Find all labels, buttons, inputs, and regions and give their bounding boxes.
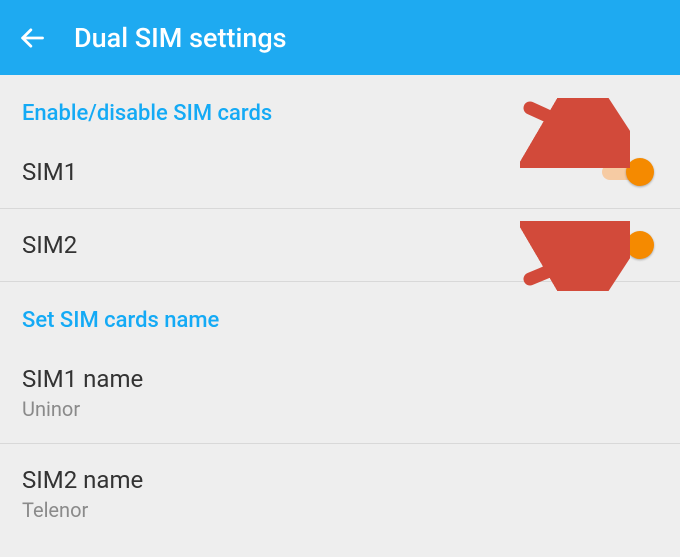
section-header-names: Set SIM cards name bbox=[0, 282, 680, 343]
switch-thumb bbox=[626, 158, 654, 186]
sim1-label: SIM1 bbox=[22, 158, 77, 186]
annotation-arrow-icon bbox=[520, 221, 630, 291]
sim1-name-label: SIM1 name bbox=[22, 365, 143, 393]
sim2-toggle[interactable] bbox=[602, 236, 650, 254]
sim2-name-label: SIM2 name bbox=[22, 466, 143, 494]
row-sim2-enable[interactable]: SIM2 bbox=[0, 209, 680, 282]
row-sim1-name[interactable]: SIM1 name Uninor bbox=[0, 343, 680, 444]
app-bar: Dual SIM settings bbox=[0, 0, 680, 75]
section-header-enable: Enable/disable SIM cards bbox=[0, 75, 680, 136]
back-icon[interactable] bbox=[18, 24, 46, 52]
sim1-toggle[interactable] bbox=[602, 163, 650, 181]
row-sim1-enable[interactable]: SIM1 bbox=[0, 136, 680, 209]
row-sim2-name[interactable]: SIM2 name Telenor bbox=[0, 444, 680, 522]
sim2-name-value: Telenor bbox=[22, 498, 143, 522]
switch-thumb bbox=[626, 231, 654, 259]
sim1-name-value: Uninor bbox=[22, 397, 143, 421]
sim2-label: SIM2 bbox=[22, 231, 77, 259]
page-title: Dual SIM settings bbox=[74, 22, 287, 54]
